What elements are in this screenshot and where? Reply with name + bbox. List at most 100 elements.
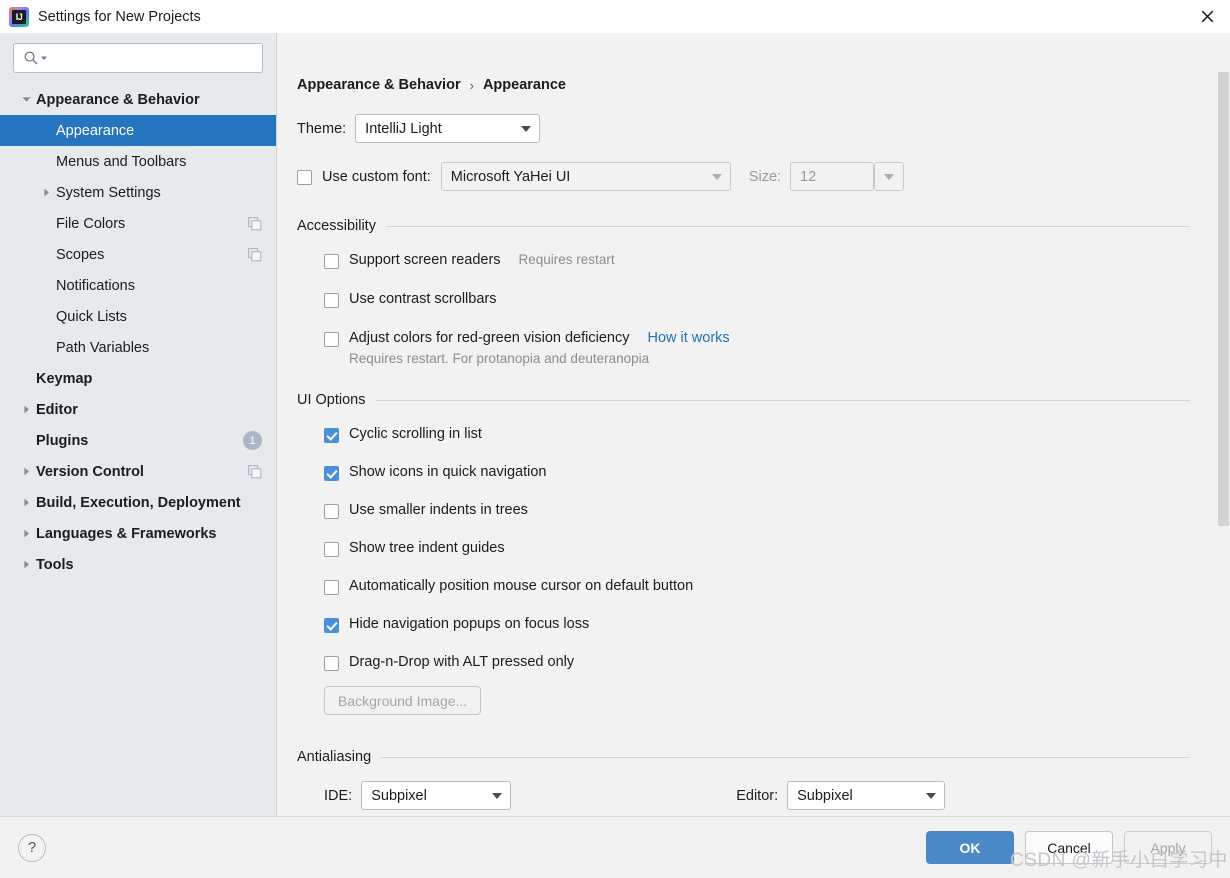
sidebar-item-label: Appearance & Behavior [36,91,200,108]
accessibility-title: Accessibility [297,218,376,234]
copy-icon [248,216,262,231]
sidebar-item-label: Scopes [56,246,105,263]
tree-indent-guides-row: Show tree indent guides [324,540,1190,557]
cyclic-scrolling-label: Cyclic scrolling in list [349,426,482,442]
sidebar-item-label: Build, Execution, Deployment [36,494,241,511]
sidebar-item-keymap[interactable]: Keymap [0,363,276,394]
adjust-colors-checkbox[interactable] [324,332,339,347]
help-icon[interactable]: ? [18,833,46,862]
sidebar-item-plugins[interactable]: Plugins 1 [0,425,276,456]
custom-font-select[interactable]: Microsoft YaHei UI [440,162,731,191]
ide-antialiasing-label: IDE: [324,787,353,804]
how-it-works-link[interactable]: How it works [647,330,729,346]
intellij-idea-logo-icon [9,6,29,27]
accessibility-options: Support screen readers Requires restart … [297,252,1190,366]
show-icons-quick-nav-label: Show icons in quick navigation [349,464,547,480]
sidebar-item-appearance[interactable]: Appearance [0,115,276,146]
sidebar-item-version-control[interactable]: Version Control [0,456,276,487]
sidebar-item-languages-and-frameworks[interactable]: Languages & Frameworks [0,518,276,549]
chevron-right-icon[interactable] [16,498,36,507]
cancel-button[interactable]: Cancel [1025,831,1113,864]
chevron-right-icon[interactable] [16,467,36,476]
font-size-field[interactable]: 12 [790,162,875,191]
dialog-footer: ? OK Cancel Apply [0,816,1230,878]
font-size-label: Size: [748,168,782,185]
copy-icon [248,247,262,262]
settings-tree: Appearance & Behavior Appearance Menus a… [0,81,276,580]
use-contrast-scrollbars-row: Use contrast scrollbars [324,291,1190,308]
apply-button[interactable]: Apply [1124,831,1212,864]
adjust-colors-row: Adjust colors for red-green vision defic… [324,330,1190,347]
font-size-value: 12 [800,168,817,185]
search-container [0,33,276,81]
sidebar-item-scopes[interactable]: Scopes [0,239,276,270]
appearance-settings-form: Appearance & Behavior › Appearance Theme… [277,33,1230,810]
close-icon[interactable] [1184,0,1230,33]
sidebar-item-label: Plugins [36,432,89,449]
use-contrast-scrollbars-label: Use contrast scrollbars [349,291,497,307]
sidebar-item-build-execution-deployment[interactable]: Build, Execution, Deployment [0,487,276,518]
use-custom-font-label: Use custom font: [322,168,431,185]
cyclic-scrolling-checkbox[interactable] [324,428,339,443]
content-scrollbar-thumb[interactable] [1218,72,1229,527]
sidebar-item-tools[interactable]: Tools [0,549,276,580]
drag-n-drop-alt-checkbox[interactable] [324,656,339,671]
support-screen-readers-row: Support screen readers Requires restart [324,252,1190,269]
auto-position-cursor-label: Automatically position mouse cursor on d… [349,578,694,594]
hide-nav-popups-checkbox[interactable] [324,618,339,633]
search-dropdown-icon[interactable] [40,49,48,67]
chevron-right-icon[interactable] [16,529,36,538]
settings-dialog: Settings for New Projects [0,0,1230,878]
chevron-down-icon [484,792,510,799]
editor-antialiasing-value: Subpixel [797,787,853,804]
sidebar-item-label: Menus and Toolbars [56,153,187,170]
sidebar-item-notifications[interactable]: Notifications [0,270,276,301]
copy-icon [248,464,262,479]
font-size-stepper[interactable] [874,162,905,191]
theme-select[interactable]: IntelliJ Light [355,114,541,143]
chevron-right-icon[interactable] [16,405,36,414]
chevron-right-icon[interactable] [16,560,36,569]
chevron-right-icon[interactable] [36,188,56,197]
custom-font-select-value: Microsoft YaHei UI [450,168,571,185]
auto-position-cursor-row: Automatically position mouse cursor on d… [324,578,1190,595]
theme-select-value: IntelliJ Light [365,120,442,137]
search-input[interactable] [13,43,263,73]
dialog-body: Appearance & Behavior Appearance Menus a… [0,33,1230,816]
smaller-indents-checkbox[interactable] [324,504,339,519]
ide-antialiasing-value: Subpixel [371,787,427,804]
plugins-update-badge: 1 [243,431,262,450]
editor-antialiasing-label: Editor: [736,787,779,804]
use-custom-font-checkbox[interactable] [297,170,312,185]
sidebar-item-quick-lists[interactable]: Quick Lists [0,301,276,332]
background-image-button[interactable]: Background Image... [324,686,482,715]
theme-label: Theme: [297,120,347,137]
chevron-right-icon: › [469,77,474,93]
sidebar-item-file-colors[interactable]: File Colors [0,208,276,239]
smaller-indents-row: Use smaller indents in trees [324,502,1190,519]
chevron-down-icon [513,125,539,132]
sidebar-item-path-variables[interactable]: Path Variables [0,332,276,363]
search-icon [23,50,39,66]
sidebar-item-label: System Settings [56,184,161,201]
antialiasing-row: IDE: Subpixel Editor: Subpixel [297,781,1190,810]
sidebar-item-label: Quick Lists [56,308,127,325]
sidebar-item-appearance-and-behavior[interactable]: Appearance & Behavior [0,84,276,115]
support-screen-readers-checkbox[interactable] [324,254,339,269]
content-scrollbar[interactable] [1217,33,1230,816]
sidebar-item-label: Languages & Frameworks [36,525,217,542]
use-contrast-scrollbars-checkbox[interactable] [324,293,339,308]
chevron-down-icon [876,173,902,180]
sidebar-item-menus-and-toolbars[interactable]: Menus and Toolbars [0,146,276,177]
breadcrumb-parent[interactable]: Appearance & Behavior [297,77,461,93]
auto-position-cursor-checkbox[interactable] [324,580,339,595]
chevron-down-icon[interactable] [16,95,36,104]
ok-button[interactable]: OK [926,831,1014,864]
show-icons-quick-nav-checkbox[interactable] [324,466,339,481]
title-bar: Settings for New Projects [0,0,1230,33]
editor-antialiasing-select[interactable]: Subpixel [787,781,946,810]
tree-indent-guides-checkbox[interactable] [324,542,339,557]
sidebar-item-editor[interactable]: Editor [0,394,276,425]
ide-antialiasing-select[interactable]: Subpixel [361,781,512,810]
sidebar-item-system-settings[interactable]: System Settings [0,177,276,208]
